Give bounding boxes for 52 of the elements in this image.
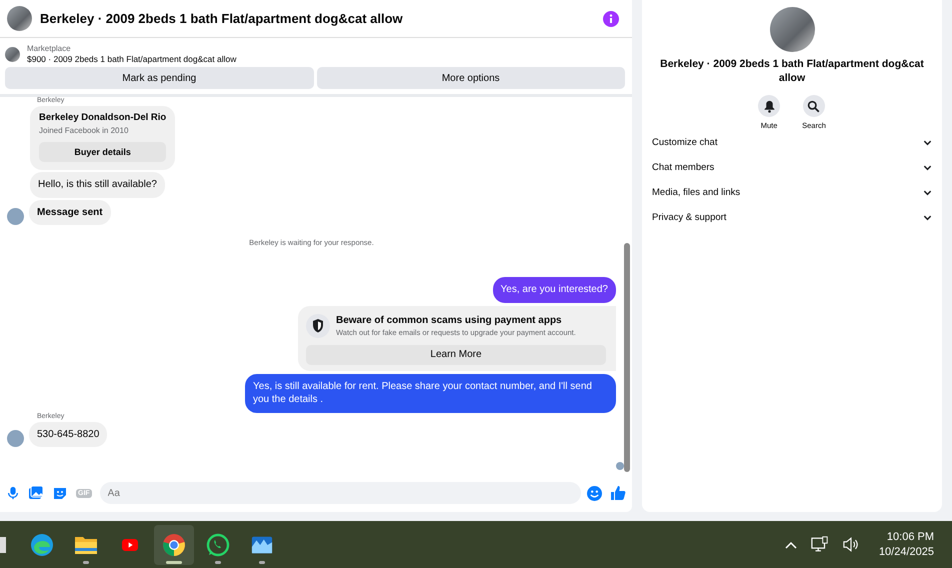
info-icon[interactable] — [603, 10, 619, 26]
message-bubble: Yes, are you interested? — [492, 277, 616, 302]
emoji-icon[interactable] — [587, 486, 602, 500]
listing-action-button[interactable]: Mark as pending — [5, 67, 314, 89]
browser-icon — [30, 532, 54, 556]
conversation-title: Berkeley · 2009 2beds 1 bath Flat/apartment dog&cat allow — [659, 58, 925, 86]
message-bubble: Message sent — [29, 200, 111, 225]
microphone-icon[interactable] — [6, 485, 20, 501]
chevron-up-icon[interactable] — [784, 540, 797, 548]
sticker-icon[interactable] — [52, 485, 68, 501]
message-bubble: Hello, is this still available? — [30, 172, 165, 198]
network-icon[interactable] — [810, 536, 829, 553]
chrome-app-button[interactable] — [154, 524, 194, 564]
section-item[interactable]: Media, files and links — [652, 180, 932, 206]
thumbs-up-icon[interactable] — [610, 485, 626, 501]
profile-detail: Joined Facebook in 2010 — [39, 126, 130, 135]
mute-button[interactable] — [758, 95, 780, 118]
avatar-icon — [7, 430, 24, 447]
buyer-details-button[interactable]: Buyer details — [39, 142, 166, 162]
speaker-icon[interactable] — [842, 537, 859, 552]
section-item[interactable]: Chat members — [652, 155, 932, 180]
photo-placeholder — [5, 46, 20, 62]
section-item[interactable]: Customize chat — [652, 130, 932, 156]
browser-icon — [162, 532, 186, 556]
chevron-icon — [923, 188, 932, 198]
listing-source: Marketplace — [27, 44, 72, 53]
profile-name: Berkeley Donaldson-Del Rio — [39, 112, 166, 123]
clock[interactable]: 10:06 PM 10/24/2025 — [878, 531, 934, 558]
photo-placeholder — [7, 6, 32, 31]
search-icon — [807, 100, 820, 113]
section-item[interactable]: Privacy & support — [652, 205, 932, 230]
bell-icon — [762, 100, 776, 113]
search-button[interactable] — [802, 95, 825, 118]
play-icon — [119, 536, 141, 552]
message-input[interactable]: Aa — [100, 482, 581, 504]
chevron-icon — [923, 138, 932, 148]
message-bubble: 530-645-8820 — [29, 422, 108, 447]
image-icon[interactable] — [28, 485, 44, 501]
listing-summary: $900 · 2009 2beds 1 bath Flat/apartment dog&cat allow — [27, 54, 236, 64]
listing-action-button[interactable]: More options — [316, 67, 625, 89]
partial-taskbar-icon[interactable] — [0, 536, 6, 552]
chevron-icon — [923, 163, 932, 172]
chat-title: Berkeley · 2009 2beds 1 bath Flat/apartment dog&cat allow — [40, 11, 404, 26]
chat-bubble-icon — [206, 532, 230, 556]
warning-title: Beware of common scams using payment apps — [336, 314, 563, 326]
photo-placeholder — [770, 7, 814, 52]
avatar-icon — [7, 208, 24, 225]
learn-more-button[interactable]: Learn More — [306, 344, 606, 364]
message-bubble: Yes, is still available for rent. Please share your contact number, and I'll send you the details . — [245, 374, 616, 412]
chevron-icon — [923, 213, 932, 222]
shield-icon — [306, 314, 330, 338]
read-receipt-icon — [616, 462, 624, 470]
